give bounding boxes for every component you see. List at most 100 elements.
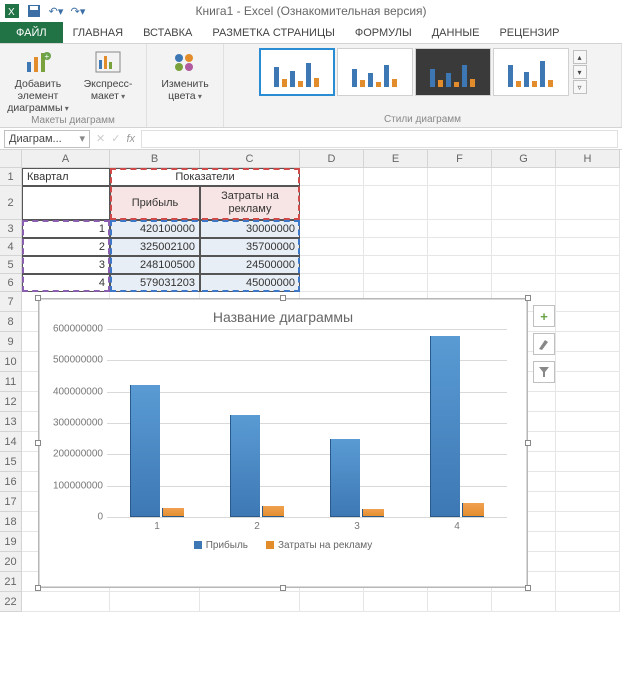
cell[interactable] — [364, 256, 428, 274]
cell[interactable] — [300, 238, 364, 256]
cell[interactable] — [556, 492, 620, 512]
cell[interactable] — [428, 592, 492, 612]
cell[interactable] — [428, 238, 492, 256]
cell[interactable] — [492, 168, 556, 186]
row-header[interactable]: 16 — [0, 472, 22, 492]
column-header[interactable]: A — [22, 150, 110, 168]
cell[interactable] — [556, 168, 620, 186]
chart-styles-button[interactable] — [533, 333, 555, 355]
cell[interactable] — [300, 592, 364, 612]
cell[interactable] — [428, 220, 492, 238]
cell[interactable] — [492, 220, 556, 238]
tab-home[interactable]: ГЛАВНАЯ — [63, 22, 133, 43]
cell[interactable]: 579031203 — [110, 274, 200, 292]
cell[interactable] — [200, 592, 300, 612]
undo-icon[interactable]: ↶▾ — [48, 3, 64, 19]
cell[interactable] — [556, 472, 620, 492]
tab-formulas[interactable]: ФОРМУЛЫ — [345, 22, 422, 43]
resize-handle[interactable] — [35, 440, 41, 446]
resize-handle[interactable] — [525, 295, 531, 301]
change-colors-button[interactable]: Изменить цвета — [153, 48, 217, 103]
cell[interactable] — [364, 220, 428, 238]
cell[interactable] — [300, 186, 364, 220]
row-header[interactable]: 9 — [0, 332, 22, 352]
tab-file[interactable]: ФАЙЛ — [0, 22, 63, 43]
cell[interactable]: 45000000 — [200, 274, 300, 292]
cell[interactable]: 24500000 — [200, 256, 300, 274]
row-header[interactable]: 20 — [0, 552, 22, 572]
row-header[interactable]: 22 — [0, 592, 22, 612]
cell[interactable]: 35700000 — [200, 238, 300, 256]
cell[interactable]: 3 — [22, 256, 110, 274]
cell[interactable]: Затраты на рекламу — [200, 186, 300, 220]
name-box[interactable]: Диаграм...▾ — [4, 130, 90, 148]
cell[interactable] — [22, 186, 110, 220]
row-header[interactable]: 14 — [0, 432, 22, 452]
cell[interactable]: Прибыль — [110, 186, 200, 220]
chart-title[interactable]: Название диаграммы — [39, 299, 527, 329]
column-header[interactable]: C — [200, 150, 300, 168]
row-header[interactable]: 8 — [0, 312, 22, 332]
cell[interactable] — [556, 372, 620, 392]
cell[interactable] — [428, 256, 492, 274]
resize-handle[interactable] — [280, 585, 286, 591]
cell[interactable]: 30000000 — [200, 220, 300, 238]
quick-layout-button[interactable]: Экспресс-макет — [76, 48, 140, 103]
tab-page-layout[interactable]: РАЗМЕТКА СТРАНИЦЫ — [202, 22, 344, 43]
cell[interactable] — [492, 186, 556, 220]
column-header[interactable]: D — [300, 150, 364, 168]
cell[interactable] — [556, 352, 620, 372]
cell[interactable] — [556, 238, 620, 256]
cell[interactable] — [300, 220, 364, 238]
cell[interactable] — [364, 592, 428, 612]
gallery-up-icon[interactable]: ▴ — [573, 50, 587, 64]
redo-icon[interactable]: ↷▾ — [70, 3, 86, 19]
column-header[interactable]: B — [110, 150, 200, 168]
row-header[interactable]: 7 — [0, 292, 22, 312]
chart-style-3[interactable] — [415, 48, 491, 96]
resize-handle[interactable] — [35, 585, 41, 591]
cell[interactable]: 325002100 — [110, 238, 200, 256]
cell[interactable] — [556, 552, 620, 572]
gallery-down-icon[interactable]: ▾ — [573, 65, 587, 79]
resize-handle[interactable] — [280, 295, 286, 301]
tab-insert[interactable]: ВСТАВКА — [133, 22, 202, 43]
chart-legend[interactable]: ПрибыльЗатраты на рекламу — [39, 540, 527, 551]
cell[interactable]: 4 — [22, 274, 110, 292]
save-icon[interactable] — [26, 3, 42, 19]
row-header[interactable]: 12 — [0, 392, 22, 412]
column-header[interactable]: E — [364, 150, 428, 168]
cell[interactable] — [556, 432, 620, 452]
formula-bar[interactable] — [141, 130, 618, 148]
chart-style-1[interactable] — [259, 48, 335, 96]
cell[interactable] — [364, 186, 428, 220]
cell[interactable]: 248100500 — [110, 256, 200, 274]
formula-enter-icon[interactable]: ✓ — [111, 132, 120, 145]
gallery-more-icon[interactable]: ▿ — [573, 80, 587, 94]
cell[interactable] — [428, 168, 492, 186]
worksheet[interactable]: ABCDEFGH1КварталПоказатели2ПрибыльЗатрат… — [0, 150, 622, 612]
cell[interactable] — [556, 572, 620, 592]
cell[interactable] — [556, 274, 620, 292]
tab-review[interactable]: РЕЦЕНЗИР — [489, 22, 569, 43]
cell[interactable] — [364, 168, 428, 186]
row-header[interactable]: 5 — [0, 256, 22, 274]
row-header[interactable]: 18 — [0, 512, 22, 532]
cell[interactable] — [556, 332, 620, 352]
cell[interactable] — [556, 220, 620, 238]
cell[interactable] — [364, 274, 428, 292]
cell[interactable] — [492, 256, 556, 274]
embedded-chart[interactable]: Название диаграммы 010000000020000000030… — [38, 298, 528, 588]
cell[interactable] — [556, 392, 620, 412]
add-chart-element-button[interactable]: + Добавить элемент диаграммы — [6, 48, 70, 115]
row-header[interactable]: 3 — [0, 220, 22, 238]
chart-filter-button[interactable] — [533, 361, 555, 383]
cell[interactable] — [492, 274, 556, 292]
cell[interactable] — [556, 512, 620, 532]
formula-cancel-icon[interactable]: ✕ — [96, 132, 105, 145]
cell[interactable] — [556, 452, 620, 472]
resize-handle[interactable] — [35, 295, 41, 301]
cell[interactable]: 1 — [22, 220, 110, 238]
row-header[interactable]: 17 — [0, 492, 22, 512]
cell[interactable] — [300, 274, 364, 292]
